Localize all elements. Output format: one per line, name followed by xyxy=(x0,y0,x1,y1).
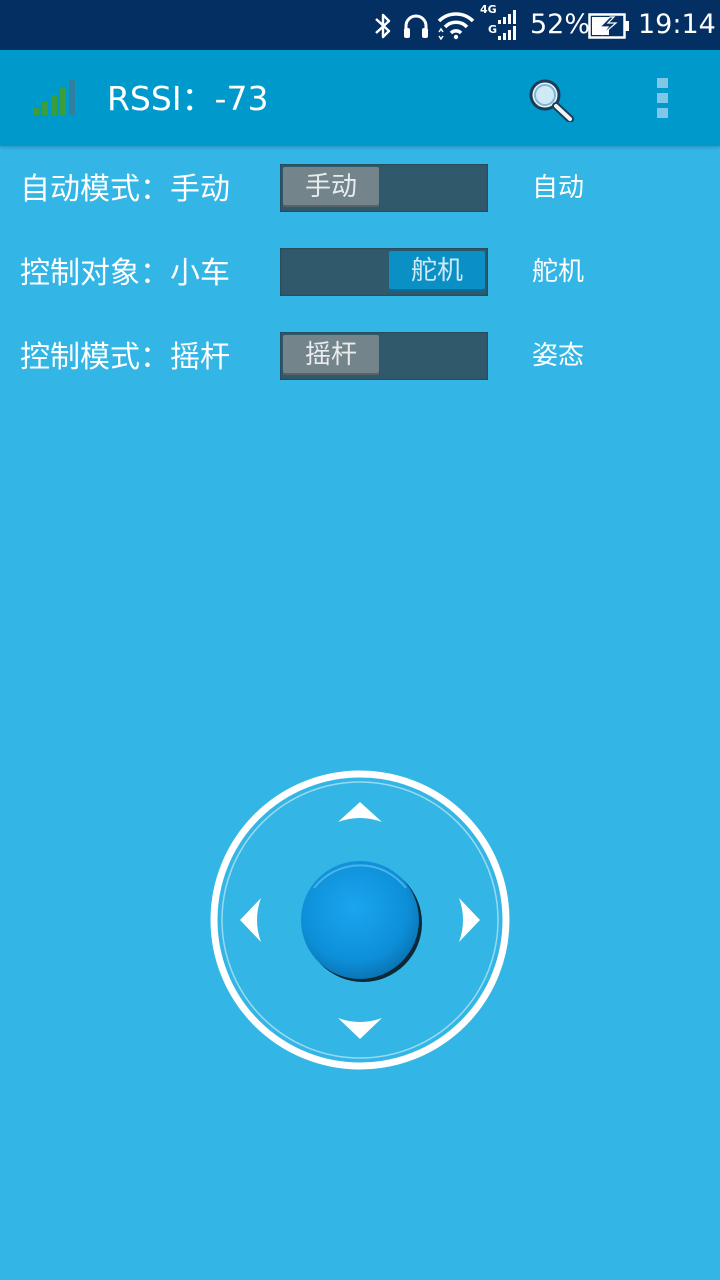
control-target-switch[interactable]: 舵机 xyxy=(280,248,488,296)
auto-mode-switch-thumb: 手动 xyxy=(283,167,379,207)
control-target-alt-label: 舵机 xyxy=(532,257,585,287)
control-target-label: 控制对象：小车 xyxy=(20,256,230,291)
auto-mode-switch[interactable]: 手动 xyxy=(280,164,488,212)
control-mode-switch-thumb: 摇杆 xyxy=(283,335,379,375)
control-mode-label: 控制模式：摇杆 xyxy=(20,340,230,375)
joystick-ring xyxy=(210,770,510,1070)
app-bar: RSSI：-73 xyxy=(0,50,720,146)
joystick-pad[interactable] xyxy=(210,770,510,1070)
auto-mode-label: 自动模式：手动 xyxy=(20,172,230,207)
network-type-g: G xyxy=(488,23,498,36)
auto-mode-alt-label: 自动 xyxy=(532,173,585,203)
control-mode-alt-label: 姿态 xyxy=(532,341,585,371)
status-bar: 4G G 52% 19:14 xyxy=(0,0,720,50)
battery-percent: 52% xyxy=(530,9,591,40)
network-type-4g: 4G xyxy=(480,3,497,16)
overflow-menu-icon[interactable] xyxy=(656,77,670,119)
headphones-icon xyxy=(404,14,428,38)
bluetooth-icon xyxy=(375,13,391,39)
search-icon[interactable] xyxy=(526,76,576,122)
control-mode-switch[interactable]: 摇杆 xyxy=(280,332,488,380)
clock: 19:14 xyxy=(638,9,716,40)
cellular-icon: 4G G xyxy=(480,4,520,44)
rssi-value: RSSI：-73 xyxy=(107,79,269,118)
control-target-switch-thumb: 舵机 xyxy=(389,251,485,291)
battery-charging-icon xyxy=(588,13,629,39)
signal-strength-icon xyxy=(33,80,75,115)
wifi-icon xyxy=(437,12,475,40)
